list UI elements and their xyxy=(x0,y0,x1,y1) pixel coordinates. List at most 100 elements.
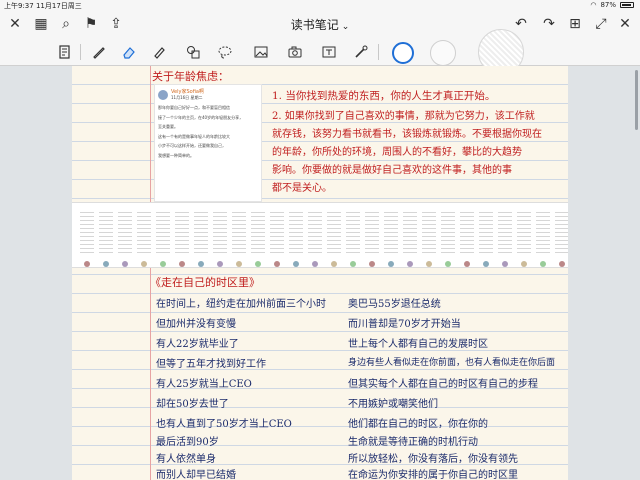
ruled-line xyxy=(72,198,568,199)
tool-bar xyxy=(0,29,640,75)
comment-column xyxy=(479,209,493,255)
battery-percent: 87% xyxy=(600,1,616,9)
right-note-line: 所以放轻松，你没有落后，你没有领先 xyxy=(348,454,518,465)
comment-column xyxy=(555,209,568,255)
comment-column xyxy=(156,209,170,255)
note-page[interactable]: 关于年龄焦虑： Vely家Sofia啊 11月16日 星期二 那年你要自己好好一… xyxy=(72,66,568,480)
toolbar-divider xyxy=(80,44,81,60)
left-note-line: 有人22岁就毕业了 xyxy=(156,339,239,350)
avatar xyxy=(312,261,318,267)
scrollbar[interactable] xyxy=(635,70,638,130)
avatar xyxy=(158,89,168,100)
left-note-line: 有人依然单身 xyxy=(156,454,216,465)
right-note-line: 生命就是等待正确的时机行动 xyxy=(348,437,478,448)
avatar xyxy=(122,261,128,267)
comment-column xyxy=(422,209,436,255)
ruled-line xyxy=(72,369,568,370)
ruled-line xyxy=(72,293,568,294)
margin-line xyxy=(150,66,151,480)
post-line: 我想要一种简单的。 xyxy=(158,152,194,158)
color-swatch-selected[interactable] xyxy=(392,42,414,64)
section1-title: 关于年龄焦虑： xyxy=(152,70,229,83)
ruled-line xyxy=(72,350,568,351)
right-note-line: 身边有些人看似走在你前面，也有人看似走在你后面 xyxy=(348,358,556,368)
comment-column xyxy=(232,209,246,255)
comment-column xyxy=(194,209,208,255)
avatar xyxy=(540,261,546,267)
red-note-line: 2. 如果你找到了自己喜欢的事情，那就为它努力，该工作就 xyxy=(272,111,535,122)
avatar xyxy=(559,261,565,267)
battery-icon xyxy=(620,2,634,8)
screenshot-post[interactable]: Vely家Sofia啊 11月16日 星期二 那年你要自己好好一点，和不要盲目相… xyxy=(154,84,262,202)
avatar xyxy=(445,261,451,267)
avatar xyxy=(160,261,166,267)
redo-icon[interactable]: ↷ xyxy=(540,15,558,33)
right-note-line: 奥巴马55岁退任总统 xyxy=(348,299,441,310)
eraser-icon[interactable] xyxy=(118,41,140,63)
chevron-down-icon: ⌄ xyxy=(341,22,350,32)
lasso-icon[interactable] xyxy=(214,41,236,63)
post-line: 至关重要。 xyxy=(158,124,178,129)
text-icon[interactable] xyxy=(318,41,340,63)
comments-screenshot-strip[interactable] xyxy=(72,202,568,268)
ruled-line xyxy=(72,445,568,446)
avatar xyxy=(141,261,147,267)
post-header: Vely家Sofia啊 11月16日 星期二 xyxy=(158,88,258,101)
red-note-line: 的年龄，你所处的环境，周围人的不看好，攀比的大趋势 xyxy=(272,147,522,158)
avatar xyxy=(388,261,394,267)
avatar xyxy=(179,261,185,267)
comment-column xyxy=(365,209,379,255)
post-line: 那年你要自己好好一点，和不要盲目相信 xyxy=(158,105,230,110)
red-note-line: 1. 当你找到热爱的东西，你的人生才真正开始。 xyxy=(272,90,496,102)
status-date: 11月17日周三 xyxy=(35,2,82,10)
ruled-line xyxy=(72,274,568,275)
add-page-icon[interactable]: ⊞ xyxy=(566,15,584,33)
status-right: ◠ 87% xyxy=(590,1,634,9)
post-line: 这有一个有的是做事年轻人的年龄比较大 xyxy=(158,133,230,139)
post-line: 小步不可以这样开始，还要做我自己， xyxy=(158,143,226,148)
comment-column xyxy=(213,209,227,255)
left-note-line: 也有人直到了50岁才当上CEO xyxy=(156,419,292,430)
ruled-line xyxy=(72,426,568,427)
ruled-line xyxy=(72,103,568,104)
ruled-line xyxy=(72,312,568,313)
comment-column xyxy=(289,209,303,255)
fullscreen-icon[interactable]: ⤢ xyxy=(592,15,610,33)
avatar xyxy=(369,261,375,267)
left-note-line: 却在50岁去世了 xyxy=(156,399,229,410)
avatar xyxy=(198,261,204,267)
left-note-line: 但等了五年才找到好工作 xyxy=(156,359,266,370)
camera-icon[interactable] xyxy=(284,41,306,63)
comment-column xyxy=(175,209,189,255)
comment-column xyxy=(327,209,341,255)
avatar xyxy=(236,261,242,267)
status-time: 上午9:37 xyxy=(4,2,34,10)
avatar xyxy=(84,261,90,267)
status-bar: 上午9:37 11月17日周三 ◠ 87% xyxy=(0,0,640,10)
pen-icon[interactable] xyxy=(88,41,110,63)
avatar xyxy=(274,261,280,267)
comment-column xyxy=(118,209,132,255)
avatar xyxy=(502,261,508,267)
comment-column xyxy=(536,209,550,255)
left-note-line: 有人25岁就当上CEO xyxy=(156,379,252,390)
avatar xyxy=(103,261,109,267)
comment-column xyxy=(517,209,531,255)
post-author: Vely家Sofia啊 xyxy=(171,89,204,95)
right-note-line: 不用嫉妒或嘲笑他们 xyxy=(348,399,438,410)
laser-icon[interactable] xyxy=(350,41,372,63)
collapse-icon[interactable]: ✕ xyxy=(616,15,634,33)
document-scan-icon[interactable] xyxy=(54,41,76,63)
shapes-icon[interactable] xyxy=(182,41,204,63)
image-icon[interactable] xyxy=(250,41,272,63)
left-note-line: 但加州并没有变慢 xyxy=(156,319,236,330)
highlighter-icon[interactable] xyxy=(148,41,170,63)
right-note-line: 他们都在自己的时区，你在你的 xyxy=(348,419,488,430)
comment-column xyxy=(384,209,398,255)
avatar xyxy=(464,261,470,267)
undo-icon[interactable]: ↶ xyxy=(512,15,530,33)
color-swatch[interactable] xyxy=(430,40,456,66)
post-meta: 11月16日 星期二 xyxy=(171,95,203,100)
avatar xyxy=(483,261,489,267)
ruled-line xyxy=(72,407,568,408)
